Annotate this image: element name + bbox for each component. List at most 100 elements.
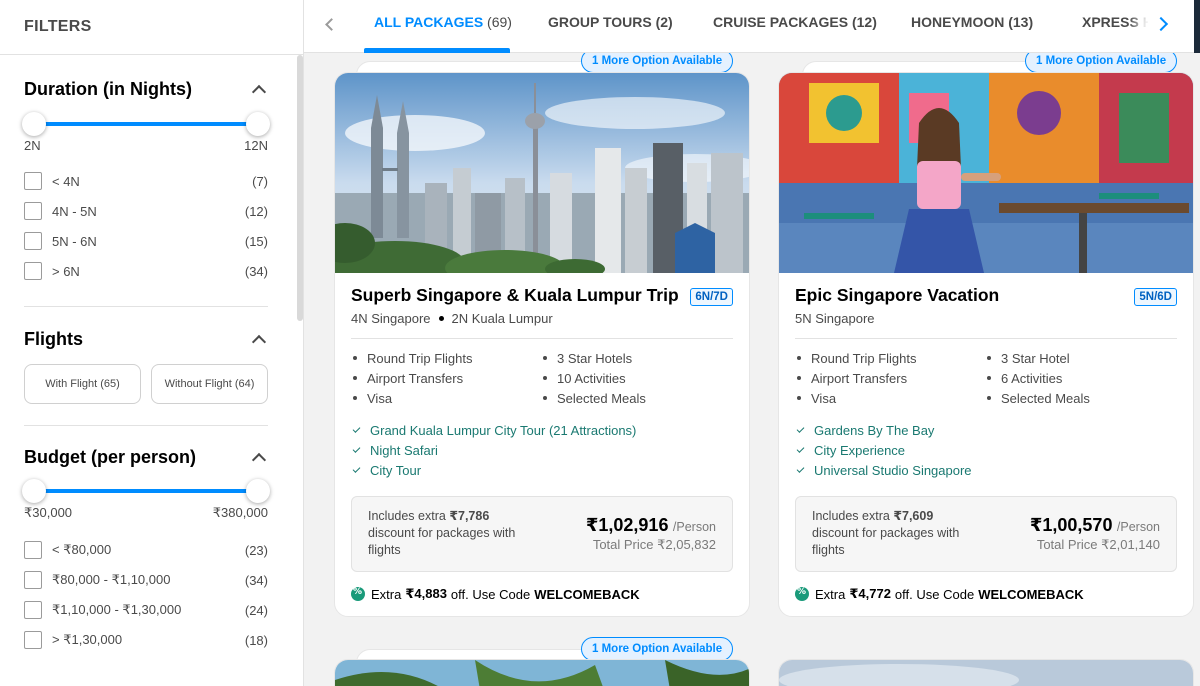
card-body: Superb Singapore & Kuala Lumpur Trip 6N/… [335,273,749,616]
check-icon [352,445,361,453]
tab-xpress[interactable]: XPRESS H [1082,14,1153,30]
budget-range-slider[interactable] [22,479,270,503]
option-count: (34) [244,572,268,588]
checkbox[interactable] [24,262,42,280]
more-option-badge[interactable]: 1 More Option Available [581,637,734,661]
chevron-up-icon[interactable] [251,334,267,350]
option-count: (7) [252,173,268,189]
duration-header[interactable]: Duration (in Nights) [24,79,268,100]
duration-badge: 6N/7D [690,288,733,306]
duration-max-label: 12N [244,138,268,153]
checkbox[interactable] [24,571,42,589]
filters-title: FILTERS [24,18,92,35]
inclusion-item: Selected Meals [985,390,1155,406]
option-label: ₹80,000 - ₹1,10,000 [52,572,171,587]
total-price: Total Price ₹2,01,140 [1036,537,1160,552]
highlight-item: Grand Kuala Lumpur City Tour (21 Attract… [351,420,733,440]
duration-options: < 4N (7) 4N - 5N (12) 5N - 6N (15) > 6N … [24,166,268,286]
sidebar-scrollbar[interactable] [297,55,303,321]
package-title[interactable]: Superb Singapore & Kuala Lumpur Trip [351,285,679,306]
budget-range-labels: ₹30,000 ₹380,000 [24,505,268,521]
budget-header[interactable]: Budget (per person) [24,447,268,468]
with-flight-button[interactable]: With Flight (65) [24,364,141,404]
packages-grid: 1 More Option Available 1 More Option Av… [304,53,1200,686]
checkbox[interactable] [24,172,42,190]
duration-badge: 5N/6D [1134,288,1177,306]
card-divider [351,338,733,339]
budget-min-label: ₹30,000 [24,505,73,520]
checkbox[interactable] [24,601,42,619]
duration-option[interactable]: < 4N (7) [24,166,268,196]
highlight-item: Night Safari [351,440,733,460]
promo-code: WELCOMEBACK [978,586,1084,602]
duration-range-slider[interactable] [22,112,270,136]
card-divider [795,338,1177,339]
discount-amount: ₹7,786 [449,509,490,523]
package-card[interactable]: Superb Singapore & Kuala Lumpur Trip 6N/… [334,72,750,617]
budget-option[interactable]: < ₹80,000 (23) [24,535,268,565]
package-image[interactable] [335,73,749,273]
checkbox[interactable] [24,541,42,559]
price-box[interactable]: Includes extra ₹7,786 discount for packa… [351,496,733,572]
destinations: 4N Singapore 2N Kuala Lumpur [351,311,733,326]
promo-amount: ₹4,883 [405,586,447,601]
inclusions-list: Round Trip Flights 3 Star Hotels Airport… [351,350,733,406]
price-per-person: ₹1,00,570 [1029,515,1113,535]
flights-section: Flights With Flight (65) Without Flight … [24,307,268,404]
per-person-label: /Person [672,520,716,534]
budget-option[interactable]: > ₹1,30,000 (18) [24,625,268,655]
duration-min-handle[interactable] [22,112,46,136]
more-option-badge[interactable]: 1 More Option Available [581,53,734,73]
checkbox[interactable] [24,232,42,250]
package-image[interactable] [779,73,1193,273]
window-edge [1194,0,1200,53]
budget-option[interactable]: ₹1,10,000 - ₹1,30,000 (24) [24,595,268,625]
tab-all-packages[interactable]: ALL PACKAGES (69) [374,14,512,30]
beach-palm-image [335,660,749,686]
option-count: (24) [244,602,268,618]
without-flight-button[interactable]: Without Flight (64) [151,364,268,404]
offer-icon [351,587,365,601]
tab-cruise-packages[interactable]: CRUISE PACKAGES (12) [713,14,877,30]
chevron-left-icon[interactable] [324,18,336,30]
tab-honeymoon[interactable]: HONEYMOON (13) [911,14,1033,30]
package-title[interactable]: Epic Singapore Vacation [795,285,999,306]
checkbox[interactable] [24,631,42,649]
destination-item: 5N Singapore [795,311,875,326]
budget-section: Budget (per person) ₹30,000 ₹380,000 < ₹… [22,426,270,655]
duration-option[interactable]: > 6N (34) [24,256,268,286]
price-info: ₹1,02,916 /Person Total Price ₹2,05,832 [586,515,716,553]
more-option-badge[interactable]: 1 More Option Available [1025,53,1178,73]
budget-option[interactable]: ₹80,000 - ₹1,10,000 (34) [24,565,268,595]
duration-option[interactable]: 5N - 6N (15) [24,226,268,256]
duration-range-track [34,122,258,126]
price-info: ₹1,00,570 /Person Total Price ₹2,01,140 [1030,515,1160,553]
promo-code: WELCOMEBACK [534,586,640,602]
tab-label: ALL PACKAGES [374,14,484,30]
price-box[interactable]: Includes extra ₹7,609 discount for packa… [795,496,1177,572]
tab-group-tours[interactable]: GROUP TOURS (2) [548,14,673,30]
package-card[interactable]: Epic Singapore Vacation 5N/6D 5N Singapo… [778,72,1194,617]
inclusion-item: 3 Star Hotels [541,350,711,366]
package-card[interactable] [334,659,750,686]
chevron-right-icon[interactable] [1148,10,1178,40]
check-icon [796,425,805,433]
card-title-row: Epic Singapore Vacation 5N/6D [795,285,1177,306]
flights-title: Flights [24,329,83,349]
duration-max-handle[interactable] [246,112,270,136]
chevron-up-icon[interactable] [251,452,267,468]
option-count: (23) [244,542,268,558]
duration-title: Duration (in Nights) [24,79,192,99]
inclusion-item: Airport Transfers [351,370,541,386]
flight-filter-buttons: With Flight (65) Without Flight (64) [24,364,268,404]
duration-option[interactable]: 4N - 5N (12) [24,196,268,226]
budget-max-handle[interactable] [246,479,270,503]
checkbox[interactable] [24,202,42,220]
destinations: 5N Singapore [795,311,1177,326]
budget-min-handle[interactable] [22,479,46,503]
inclusion-item: Visa [351,390,541,406]
package-card[interactable] [778,659,1194,686]
chevron-up-icon[interactable] [251,84,267,100]
flights-header[interactable]: Flights [24,329,268,350]
highlight-item: City Experience [795,440,1177,460]
